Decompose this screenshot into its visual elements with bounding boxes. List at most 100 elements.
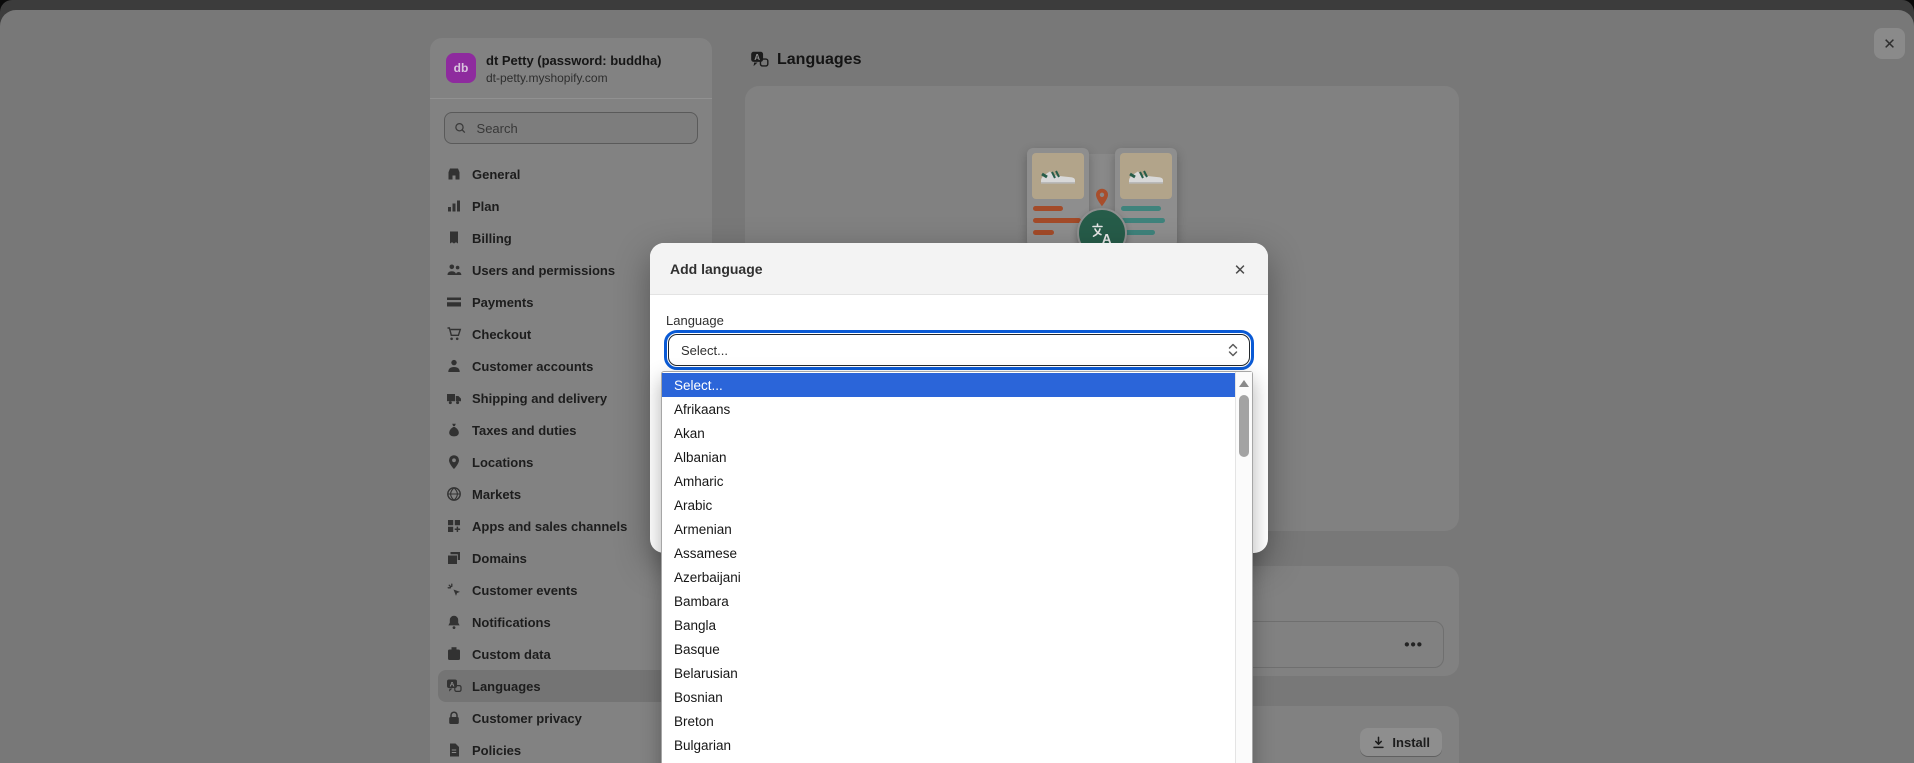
settings-close-button[interactable]: ✕ [1874, 28, 1905, 59]
text-line [1033, 218, 1081, 223]
svg-text:A: A [450, 682, 455, 689]
language-option[interactable]: Bangla [662, 613, 1235, 637]
avatar: db [446, 53, 476, 83]
sneaker-icon [1129, 170, 1163, 184]
custom-data-icon [446, 646, 462, 662]
language-option[interactable]: Assamese [662, 541, 1235, 565]
text-line [1121, 206, 1161, 211]
notifications-icon [446, 614, 462, 630]
sidebar-item-label: Markets [472, 486, 522, 502]
language-option[interactable]: Breton [662, 709, 1235, 733]
sidebar-item-label: Domains [472, 550, 527, 566]
close-icon: ✕ [1883, 35, 1896, 53]
sidebar-item-label: Checkout [472, 326, 532, 342]
scrollbar-thumb[interactable] [1239, 395, 1249, 457]
sidebar-item-label: Custom data [472, 646, 551, 662]
sidebar-item-plan[interactable]: Plan [438, 190, 704, 222]
language-option[interactable]: Amharic [662, 469, 1235, 493]
sidebar-item-label: Customer privacy [472, 710, 582, 726]
sidebar-divider [430, 98, 712, 100]
sneaker-icon [1041, 170, 1075, 184]
sidebar-search[interactable] [444, 112, 698, 145]
language-option-list: Select... Afrikaans Akan Albanian Amharic Ara… [662, 372, 1235, 763]
search-icon [455, 123, 466, 134]
translation-illustration: A [1027, 148, 1177, 258]
sidebar-item-label: Locations [472, 454, 534, 470]
markets-icon [446, 486, 462, 502]
more-actions-button[interactable]: ••• [1398, 632, 1429, 657]
language-option[interactable]: Belarusian [662, 661, 1235, 685]
language-option[interactable]: Arabic [662, 493, 1235, 517]
language-option[interactable]: Select... [662, 373, 1235, 397]
locations-icon [446, 454, 462, 470]
text-line [1033, 230, 1054, 235]
languages-icon: A [750, 50, 769, 69]
modal-header: Add language [650, 243, 1268, 295]
language-option[interactable]: Bosnian [662, 685, 1235, 709]
language-option[interactable]: Basque [662, 637, 1235, 661]
language-option[interactable]: Armenian [662, 517, 1235, 541]
scroll-up-icon[interactable] [1239, 380, 1249, 387]
language-option[interactable]: Afrikaans [662, 397, 1235, 421]
sidebar-item-label: Billing [472, 230, 512, 246]
install-label: Install [1392, 734, 1430, 750]
policies-icon [446, 742, 462, 758]
language-option[interactable]: Albanian [662, 445, 1235, 469]
language-select[interactable]: Select... [664, 330, 1254, 370]
customer-events-icon [446, 582, 462, 598]
language-option[interactable]: Azerbaijani [662, 565, 1235, 589]
users-icon [446, 262, 462, 278]
store-name: dt Petty (password: buddha) [486, 53, 662, 68]
product-image [1032, 153, 1084, 199]
chevron-updown-icon [1228, 343, 1238, 357]
language-dropdown: Select... Afrikaans Akan Albanian Amharic Ara… [661, 371, 1253, 763]
close-icon: ✕ [1233, 262, 1247, 279]
language-option[interactable]: Burmese [662, 757, 1235, 763]
sidebar-item-label: Shipping and delivery [472, 390, 608, 406]
language-option[interactable]: Bambara [662, 589, 1235, 613]
product-image [1120, 153, 1172, 199]
page-header: A Languages [750, 50, 861, 69]
sidebar-item-label: Policies [472, 742, 522, 758]
taxes-icon [446, 422, 462, 438]
sidebar-item-label: Taxes and duties [472, 422, 577, 438]
text-line [1033, 206, 1063, 211]
sidebar-item-label: Notifications [472, 614, 551, 630]
sidebar-item-label: Users and permissions [472, 262, 616, 278]
customer-privacy-icon [446, 710, 462, 726]
sidebar-item-label: Customer accounts [472, 358, 594, 374]
checkout-icon [446, 326, 462, 342]
billing-icon [446, 230, 462, 246]
page-title: Languages [777, 50, 862, 68]
sidebar-item-label: Customer events [472, 582, 578, 598]
languages-icon: A [446, 678, 462, 694]
modal-title: Add language [670, 260, 763, 277]
domains-icon [446, 550, 462, 566]
search-input[interactable] [474, 119, 688, 137]
apps-icon [446, 518, 462, 534]
modal-body: Language Select... [650, 295, 1268, 370]
language-option[interactable]: Bulgarian [662, 733, 1235, 757]
screen: ✕ db dt Petty (password: buddha) dt-pett… [0, 0, 1914, 763]
language-option[interactable]: Akan [662, 421, 1235, 445]
sidebar-item-general[interactable]: General [438, 158, 704, 190]
store-domain: dt-petty.myshopify.com [486, 71, 608, 86]
sidebar-item-label: General [472, 166, 521, 182]
install-button[interactable]: Install [1360, 728, 1442, 756]
svg-text:A: A [754, 53, 760, 62]
payments-icon [446, 294, 462, 310]
sidebar-item-label: Payments [472, 294, 534, 310]
text-line [1121, 218, 1165, 223]
language-field-label: Language [666, 313, 724, 328]
select-value: Select... [681, 342, 728, 358]
store-icon [446, 166, 462, 182]
shipping-icon [446, 390, 462, 406]
customer-accounts-icon [446, 358, 462, 374]
store-profile: db dt Petty (password: buddha) dt-petty.… [430, 38, 712, 98]
sidebar-item-label: Plan [472, 198, 500, 214]
sidebar-item-label: Apps and sales channels [472, 518, 628, 534]
dropdown-scrollbar[interactable] [1235, 372, 1252, 763]
modal-close-button[interactable]: ✕ [1226, 256, 1254, 284]
sidebar-item-label: Languages [472, 678, 541, 694]
download-icon [1373, 736, 1385, 748]
